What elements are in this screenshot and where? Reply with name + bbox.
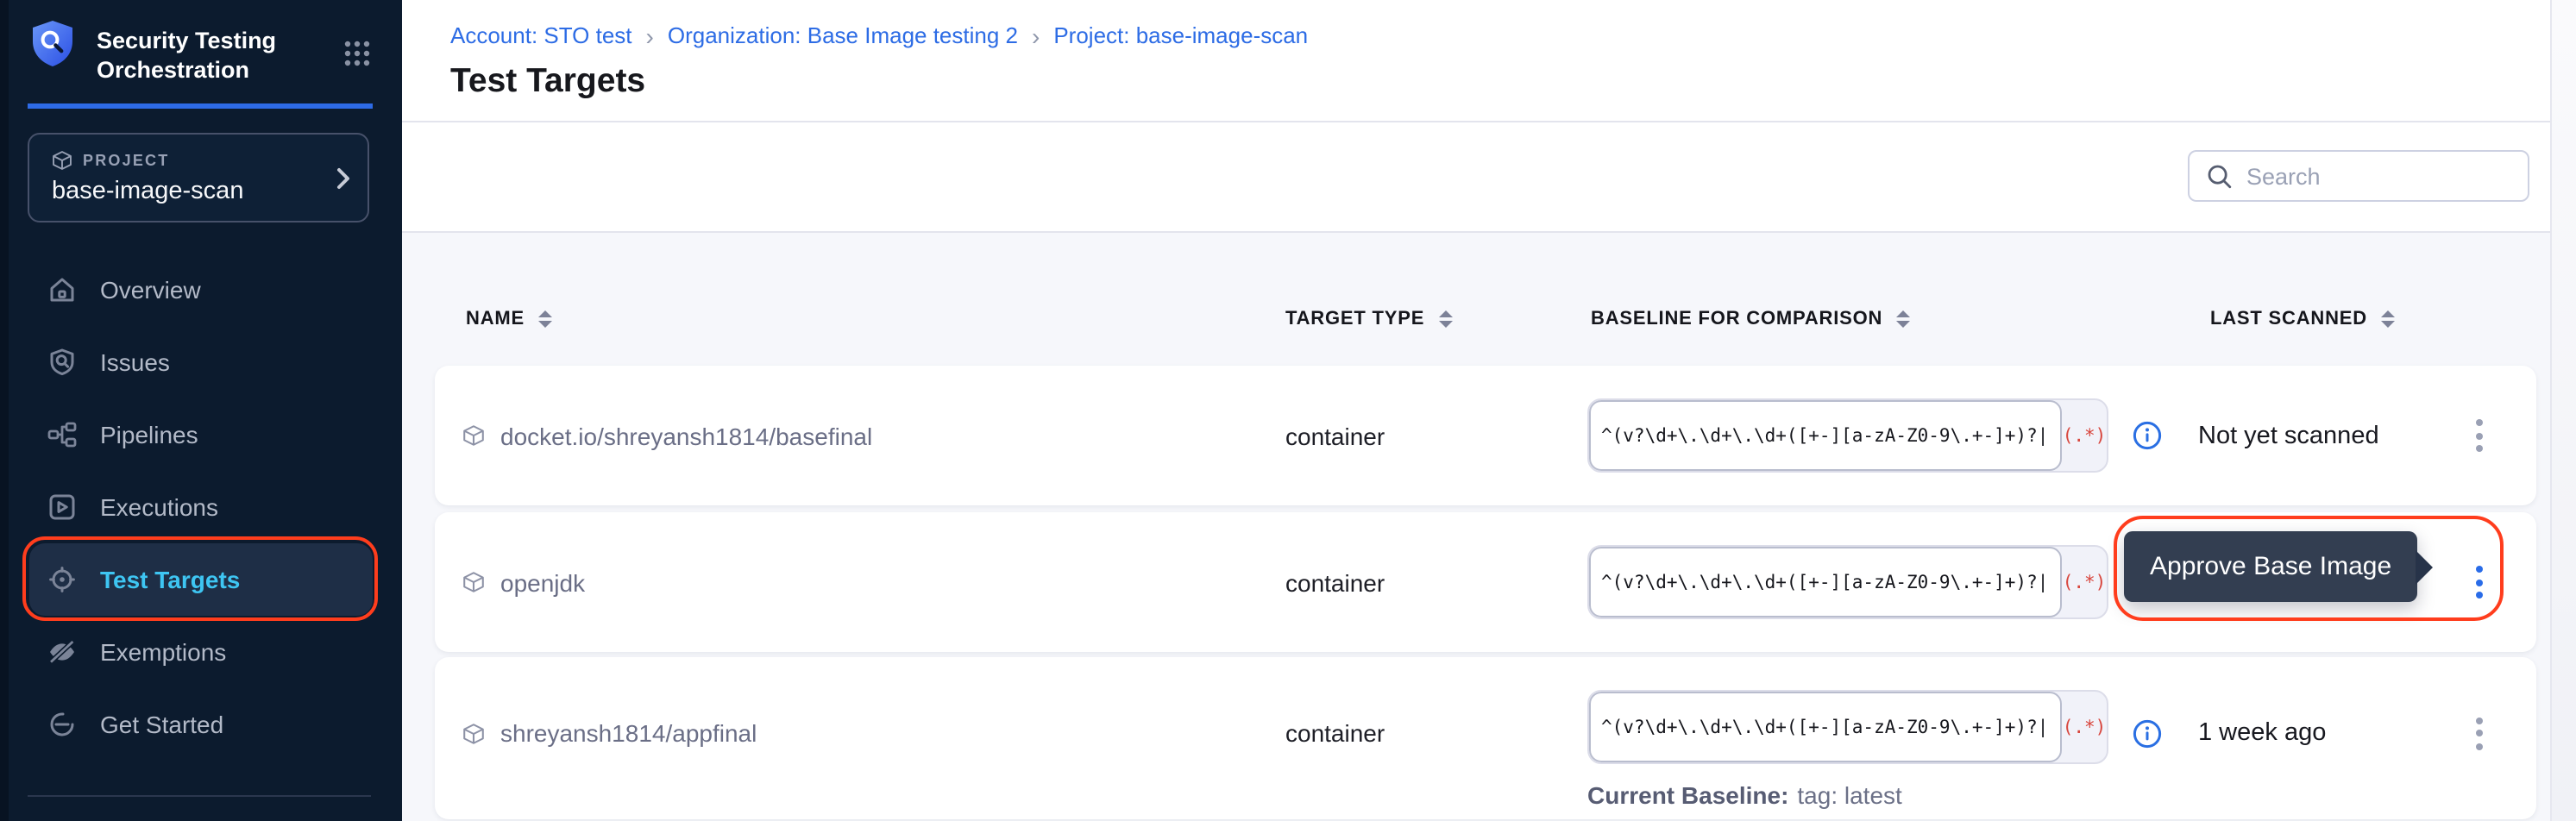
breadcrumb-account-link[interactable]: Account: STO test — [450, 22, 632, 48]
pipelines-icon — [47, 419, 78, 450]
target-type: container — [1285, 657, 1385, 809]
sidebar-item-exemptions[interactable]: Exemptions — [0, 616, 402, 688]
column-header-name[interactable]: NAME — [466, 309, 552, 329]
row-menu-button[interactable] — [2464, 366, 2495, 505]
target-type: container — [1285, 512, 1385, 652]
search-box[interactable] — [2188, 150, 2529, 202]
sidebar-item-label: Exemptions — [100, 638, 226, 666]
info-icon[interactable] — [2133, 657, 2162, 809]
app-switcher-grid-icon[interactable] — [343, 40, 371, 76]
target-name-cell: openjdk — [462, 512, 585, 652]
sidebar-item-test-targets[interactable]: Test Targets — [29, 543, 373, 616]
baseline-input-group: (.*) — [1587, 690, 2108, 764]
project-label: PROJECT — [83, 152, 169, 169]
target-name: openjdk — [500, 568, 585, 596]
container-cube-icon — [462, 424, 485, 447]
page-header: Account: STO test › Organization: Base I… — [402, 0, 2550, 122]
target-name: docket.io/shreyansh1814/basefinal — [500, 422, 872, 449]
current-baseline-value: tag: latest — [1797, 781, 1901, 809]
sidebar-item-pipelines[interactable]: Pipelines — [0, 398, 402, 471]
column-header-last-scanned[interactable]: LAST SCANNED — [2210, 309, 2395, 329]
baseline-input-group: (.*) — [1587, 545, 2108, 619]
right-edge-band — [2550, 0, 2576, 821]
last-scanned: 1 week ago — [2198, 657, 2326, 809]
regex-mask-badge: (.*) — [2062, 547, 2107, 617]
container-cube-icon — [462, 571, 485, 593]
breadcrumb-separator-icon: › — [646, 23, 654, 47]
chevron-right-icon — [336, 167, 350, 198]
baseline-regex-input[interactable] — [1589, 692, 2062, 762]
project-name: base-image-scan — [52, 178, 243, 205]
sidebar-item-label: Executions — [100, 493, 218, 521]
target-type: container — [1285, 366, 1385, 505]
project-cube-icon — [52, 150, 72, 171]
last-scanned: Not yet scanned — [2198, 366, 2379, 505]
target-icon — [47, 564, 78, 595]
current-baseline-note: Current Baseline: tag: latest — [1587, 781, 1902, 809]
regex-mask-badge: (.*) — [2062, 692, 2107, 762]
test-targets-table: NAME TARGET TYPE BASELINE FOR COMPARISON… — [402, 233, 2550, 821]
home-icon — [47, 274, 78, 305]
sidebar-item-label: Get Started — [100, 711, 223, 738]
sto-shield-logo-icon — [31, 19, 74, 76]
sidebar-item-overview[interactable]: Overview — [0, 254, 402, 326]
approve-base-image-tooltip[interactable]: Approve Base Image — [2124, 531, 2417, 602]
breadcrumb-separator-icon: › — [1032, 23, 1040, 47]
table-row: shreyansh1814/appfinal container (.*) 1 … — [435, 657, 2536, 819]
baseline-regex-input[interactable] — [1589, 400, 2062, 471]
sort-icon — [1438, 310, 1452, 329]
app-window: Security Testing Orchestration PROJECT b… — [0, 0, 2576, 821]
search-icon — [2207, 163, 2233, 189]
app-title: Security Testing Orchestration — [97, 26, 324, 85]
page-title: Test Targets — [450, 62, 645, 102]
sidebar-item-label: Pipelines — [100, 421, 198, 448]
current-baseline-label: Current Baseline: — [1587, 781, 1788, 809]
row-menu-button[interactable] — [2464, 657, 2495, 809]
target-name: shreyansh1814/appfinal — [500, 719, 757, 747]
column-header-target-type[interactable]: TARGET TYPE — [1285, 309, 1452, 329]
executions-icon — [47, 492, 78, 523]
info-icon[interactable] — [2133, 366, 2162, 505]
sidebar-item-label: Overview — [100, 276, 201, 304]
sidebar-item-executions[interactable]: Executions — [0, 471, 402, 543]
sort-icon — [538, 310, 552, 329]
sidebar-nav: Overview Issues Pipelines Executions — [0, 254, 402, 761]
breadcrumb-project-link[interactable]: Project: base-image-scan — [1053, 22, 1308, 48]
table-row: openjdk container (.*) Approve Base Imag… — [435, 512, 2536, 652]
sidebar-item-label: Test Targets — [100, 566, 240, 593]
sidebar-item-issues[interactable]: Issues — [0, 326, 402, 398]
table-row: docket.io/shreyansh1814/basefinal contai… — [435, 366, 2536, 505]
sidebar-item-get-started[interactable]: Get Started — [0, 688, 402, 761]
eye-off-icon — [47, 636, 78, 667]
breadcrumb: Account: STO test › Organization: Base I… — [450, 22, 1308, 48]
sidebar-divider — [28, 795, 371, 797]
container-cube-icon — [462, 722, 485, 744]
target-name-cell: docket.io/shreyansh1814/basefinal — [462, 366, 872, 505]
brand-underline — [28, 103, 373, 108]
sort-icon — [2381, 310, 2395, 329]
target-name-cell: shreyansh1814/appfinal — [462, 657, 757, 809]
sidebar-item-label: Issues — [100, 348, 170, 376]
breadcrumb-organization-link[interactable]: Organization: Base Image testing 2 — [668, 22, 1018, 48]
get-started-icon — [47, 709, 78, 740]
row-menu-button[interactable] — [2464, 512, 2495, 652]
search-input[interactable] — [2246, 163, 2510, 189]
baseline-input-group: (.*) — [1587, 398, 2108, 473]
project-selector[interactable]: PROJECT base-image-scan — [28, 133, 369, 222]
toolbar — [402, 122, 2550, 233]
regex-mask-badge: (.*) — [2062, 400, 2107, 471]
baseline-regex-input[interactable] — [1589, 547, 2062, 617]
sort-icon — [1896, 310, 1910, 329]
sidebar: Security Testing Orchestration PROJECT b… — [0, 0, 402, 821]
shield-search-icon — [47, 347, 78, 378]
column-header-baseline[interactable]: BASELINE FOR COMPARISON — [1591, 309, 1910, 329]
